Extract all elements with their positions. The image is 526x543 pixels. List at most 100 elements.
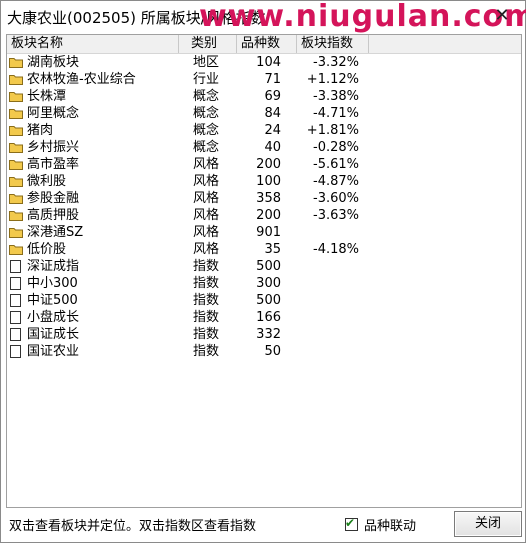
folder-icon — [9, 58, 23, 68]
table-row[interactable]: 农林牧渔-农业综合 行业 71 +1.12% — [7, 72, 521, 88]
table-row[interactable]: 参股金融 风格 358 -3.60% — [7, 191, 521, 207]
checkbox-box[interactable]: ✔ — [345, 515, 358, 531]
close-icon[interactable]: ✕ — [491, 5, 513, 27]
sector-index-change — [293, 225, 359, 241]
table-row[interactable]: 国证成长 指数 332 — [7, 327, 521, 343]
watermark: www.niugulan.com — [199, 0, 526, 34]
folder-icon — [9, 211, 23, 221]
sector-name: 深港通SZ — [27, 225, 84, 240]
sector-type: 概念 — [193, 140, 220, 155]
folder-icon — [9, 92, 23, 102]
sector-list[interactable]: 板块名称 类别 品种数 板块指数 湖南板块 地区 104 -3.32% 农林牧渔-农业综… — [6, 34, 522, 508]
folder-icon — [9, 75, 23, 85]
sector-name: 深证成指 — [27, 259, 80, 274]
sector-index-change: -4.71% — [313, 106, 359, 121]
sector-index-change — [293, 344, 359, 360]
sector-name: 阿里概念 — [27, 106, 80, 121]
table-row[interactable]: 国证农业 指数 50 — [7, 344, 521, 360]
table-row[interactable]: 高质押股 风格 200 -3.63% — [7, 208, 521, 224]
table-row[interactable]: 中小300 指数 300 — [7, 276, 521, 292]
stock-count: 50 — [264, 344, 281, 359]
table-row[interactable]: 低价股 风格 35 -4.18% — [7, 242, 521, 258]
checkbox-label: 品种联动 — [364, 518, 417, 534]
sector-index-change: +1.81% — [306, 123, 359, 138]
table-row[interactable]: 深证成指 指数 500 — [7, 259, 521, 275]
sector-type: 指数 — [193, 310, 220, 325]
sector-index-change: -5.61% — [313, 157, 359, 172]
table-row[interactable]: 高市盈率 风格 200 -5.61% — [7, 157, 521, 173]
close-button[interactable]: 关闭 — [454, 511, 522, 537]
folder-icon — [9, 109, 23, 119]
list-header: 板块名称 类别 品种数 板块指数 — [7, 35, 521, 54]
sector-index-change: -3.38% — [313, 89, 359, 104]
stock-count: 71 — [264, 72, 281, 87]
sector-name: 乡村振兴 — [27, 140, 80, 155]
column-header-type[interactable]: 类别 — [179, 35, 237, 53]
table-row[interactable]: 小盘成长 指数 166 — [7, 310, 521, 326]
sector-type: 指数 — [193, 276, 220, 291]
stock-count: 358 — [256, 191, 281, 206]
sector-type: 风格 — [193, 225, 220, 240]
sector-index-change: -4.18% — [313, 242, 359, 257]
stock-count: 300 — [256, 276, 281, 291]
stock-count: 332 — [256, 327, 281, 342]
sector-index-change — [293, 259, 359, 275]
sector-index-change: -0.28% — [313, 140, 359, 155]
sector-type: 行业 — [193, 72, 220, 87]
stock-count: 200 — [256, 208, 281, 223]
sector-type: 指数 — [193, 259, 220, 274]
sector-index-change: +1.12% — [306, 72, 359, 87]
sector-type: 指数 — [193, 344, 220, 359]
status-hint: 双击查看板块并定位。双击指数区查看指数 — [9, 519, 257, 534]
sector-name: 中小300 — [27, 276, 78, 291]
table-row[interactable]: 湖南板块 地区 104 -3.32% — [7, 55, 521, 71]
sector-name: 猪肉 — [27, 123, 54, 138]
sync-checkbox[interactable]: ✔ 品种联动 — [345, 515, 417, 534]
sector-type: 概念 — [193, 106, 220, 121]
folder-icon — [9, 194, 23, 204]
document-icon — [10, 311, 21, 324]
sector-index-change — [293, 293, 359, 309]
table-row[interactable]: 阿里概念 概念 84 -4.71% — [7, 106, 521, 122]
sector-type: 指数 — [193, 293, 220, 308]
column-header-name[interactable]: 板块名称 — [7, 35, 179, 53]
sector-name: 中证500 — [27, 293, 78, 308]
folder-icon — [9, 126, 23, 136]
sector-index-change — [293, 310, 359, 326]
document-icon — [10, 260, 21, 273]
sector-index-change: -3.32% — [313, 55, 359, 70]
sector-index-change — [293, 327, 359, 343]
stock-count: 500 — [256, 293, 281, 308]
document-icon — [10, 345, 21, 358]
table-row[interactable]: 长株潭 概念 69 -3.38% — [7, 89, 521, 105]
table-row[interactable]: 深港通SZ 风格 901 — [7, 225, 521, 241]
stock-count: 166 — [256, 310, 281, 325]
document-icon — [10, 294, 21, 307]
stock-count: 35 — [264, 242, 281, 257]
document-icon — [10, 277, 21, 290]
sector-name: 参股金融 — [27, 191, 80, 206]
stock-count: 104 — [256, 55, 281, 70]
stock-count: 69 — [264, 89, 281, 104]
checkmark-icon: ✔ — [345, 515, 356, 530]
table-row[interactable]: 猪肉 概念 24 +1.81% — [7, 123, 521, 139]
stock-count: 40 — [264, 140, 281, 155]
folder-icon — [9, 143, 23, 153]
dialog-window: 大康农业(002505) 所属板块/风格指数 www.niugulan.com … — [0, 0, 526, 543]
stock-count: 100 — [256, 174, 281, 189]
column-header-count[interactable]: 品种数 — [237, 35, 297, 53]
table-row[interactable]: 乡村振兴 概念 40 -0.28% — [7, 140, 521, 156]
stock-count: 901 — [256, 225, 281, 240]
sector-index-change — [293, 276, 359, 292]
folder-icon — [9, 228, 23, 238]
sector-name: 小盘成长 — [27, 310, 80, 325]
sector-type: 概念 — [193, 123, 220, 138]
table-row[interactable]: 微利股 风格 100 -4.87% — [7, 174, 521, 190]
column-header-index[interactable]: 板块指数 — [297, 35, 369, 53]
stock-count: 200 — [256, 157, 281, 172]
sector-name: 高市盈率 — [27, 157, 80, 172]
folder-icon — [9, 160, 23, 170]
sector-type: 地区 — [193, 55, 220, 70]
sector-type: 风格 — [193, 208, 220, 223]
table-row[interactable]: 中证500 指数 500 — [7, 293, 521, 309]
